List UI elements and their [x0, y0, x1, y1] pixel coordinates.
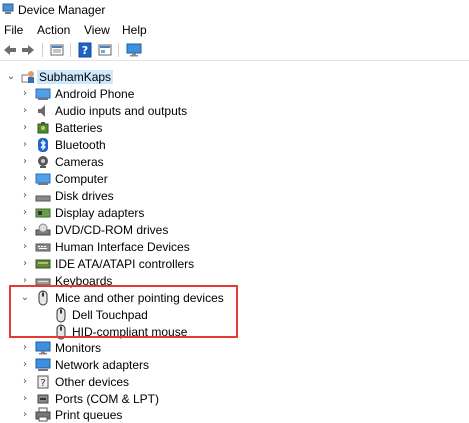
chevron-right-icon[interactable]: ›: [20, 258, 30, 270]
menu-view[interactable]: View: [84, 23, 110, 37]
chevron-right-icon[interactable]: ›: [20, 241, 30, 253]
annotation-highlight-box: [9, 285, 238, 338]
tree-item-label: DVD/CD-ROM drives: [55, 223, 169, 237]
tree-item-ports[interactable]: › Ports (COM & LPT): [0, 391, 469, 407]
tree-item-cameras[interactable]: › Cameras: [0, 154, 469, 170]
battery-icon: [37, 122, 49, 134]
tree-root-label: SubhamKaps: [37, 70, 114, 84]
tree-item-hid[interactable]: › Human Interface Devices: [0, 239, 469, 255]
tree-item-ide[interactable]: › IDE ATA/ATAPI controllers: [0, 256, 469, 272]
chevron-down-icon[interactable]: ⌄: [6, 71, 16, 83]
tree-item-label: Ports (COM & LPT): [55, 392, 160, 406]
menu-action[interactable]: Action: [37, 23, 70, 37]
help-icon[interactable]: ?: [77, 42, 93, 58]
computer-icon: [35, 173, 51, 185]
display-adapter-icon: [35, 208, 51, 218]
printer-icon: [35, 407, 51, 422]
chevron-right-icon[interactable]: ›: [20, 359, 30, 371]
tree-item-android-phone[interactable]: › Android Phone: [0, 86, 469, 102]
tree-item-print-queues[interactable]: › Print queues: [0, 407, 469, 423]
tree-item-dvd[interactable]: › DVD/CD-ROM drives: [0, 222, 469, 238]
chevron-right-icon[interactable]: ›: [20, 122, 30, 134]
device-tree: ⌄ SubhamKaps › Android Phone › Audio inp…: [0, 64, 469, 423]
network-icon: [35, 358, 51, 371]
menu-bar: File Action View Help: [0, 21, 469, 39]
tree-item-label: Cameras: [55, 155, 104, 169]
computer-user-icon: [21, 71, 34, 83]
tree-item-monitors[interactable]: › Monitors: [0, 340, 469, 356]
tree-root[interactable]: ⌄ SubhamKaps: [0, 69, 469, 85]
chevron-right-icon[interactable]: ›: [20, 105, 30, 117]
menu-file[interactable]: File: [4, 23, 23, 37]
chevron-right-icon[interactable]: ›: [20, 224, 30, 236]
back-icon[interactable]: [2, 42, 18, 58]
chevron-right-icon[interactable]: ›: [20, 190, 30, 202]
hid-icon: [35, 243, 51, 252]
tree-item-label: Display adapters: [55, 206, 145, 220]
chevron-right-icon[interactable]: ›: [20, 88, 30, 100]
chevron-right-icon[interactable]: ›: [20, 342, 30, 354]
speaker-icon: [38, 105, 45, 117]
tree-item-computer[interactable]: › Computer: [0, 171, 469, 187]
tree-item-label: Batteries: [55, 121, 103, 135]
tree-item-disk-drives[interactable]: › Disk drives: [0, 188, 469, 204]
camera-icon: [38, 156, 48, 168]
svg-text:?: ?: [82, 44, 88, 57]
tree-item-label: Computer: [55, 172, 108, 186]
tree-item-label: IDE ATA/ATAPI controllers: [55, 257, 195, 271]
chevron-right-icon[interactable]: ›: [20, 207, 30, 219]
tree-item-other-devices[interactable]: › ? Other devices: [0, 374, 469, 390]
menu-help[interactable]: Help: [122, 23, 147, 37]
phone-icon: [35, 88, 51, 100]
tree-item-label: Monitors: [55, 341, 102, 355]
monitor-icon: [35, 341, 51, 355]
chevron-right-icon[interactable]: ›: [20, 156, 30, 168]
toolbar: ?: [0, 40, 469, 61]
chevron-right-icon[interactable]: ›: [20, 139, 30, 151]
chevron-right-icon[interactable]: ›: [20, 173, 30, 185]
other-devices-icon: ?: [37, 375, 49, 389]
tree-item-display-adapters[interactable]: › Display adapters: [0, 205, 469, 221]
ide-icon: [35, 259, 51, 269]
chevron-right-icon[interactable]: ›: [20, 376, 30, 388]
tree-item-audio[interactable]: › Audio inputs and outputs: [0, 103, 469, 119]
chevron-right-icon[interactable]: ›: [20, 393, 30, 405]
tree-item-label: Human Interface Devices: [55, 240, 190, 254]
toolbar-separator: [42, 43, 43, 57]
chevron-right-icon[interactable]: ›: [20, 409, 30, 421]
window-title: Device Manager: [18, 3, 106, 17]
tree-item-bluetooth[interactable]: › Bluetooth: [0, 137, 469, 153]
tree-item-label: Network adapters: [55, 358, 150, 372]
disk-icon: [35, 195, 51, 202]
toolbar-separator: [118, 43, 119, 57]
tree-item-label: Other devices: [55, 375, 130, 389]
forward-icon[interactable]: [20, 42, 36, 58]
tree-item-label: Android Phone: [55, 87, 135, 101]
dvd-icon: [35, 223, 51, 236]
tree-item-network[interactable]: › Network adapters: [0, 357, 469, 373]
svg-text:?: ?: [40, 378, 45, 389]
update-driver-icon[interactable]: [97, 42, 113, 58]
toolbar-separator: [70, 43, 71, 57]
title-bar: Device Manager: [0, 0, 469, 20]
monitor-icon[interactable]: [126, 42, 142, 58]
tree-item-label: Audio inputs and outputs: [55, 104, 188, 118]
port-icon: [37, 394, 49, 404]
device-manager-icon: [2, 3, 14, 14]
tree-item-label: Disk drives: [55, 189, 114, 203]
bluetooth-icon: [38, 138, 48, 152]
tree-item-batteries[interactable]: › Batteries: [0, 120, 469, 136]
tree-item-label: Bluetooth: [55, 138, 106, 152]
properties-icon[interactable]: [49, 42, 65, 58]
